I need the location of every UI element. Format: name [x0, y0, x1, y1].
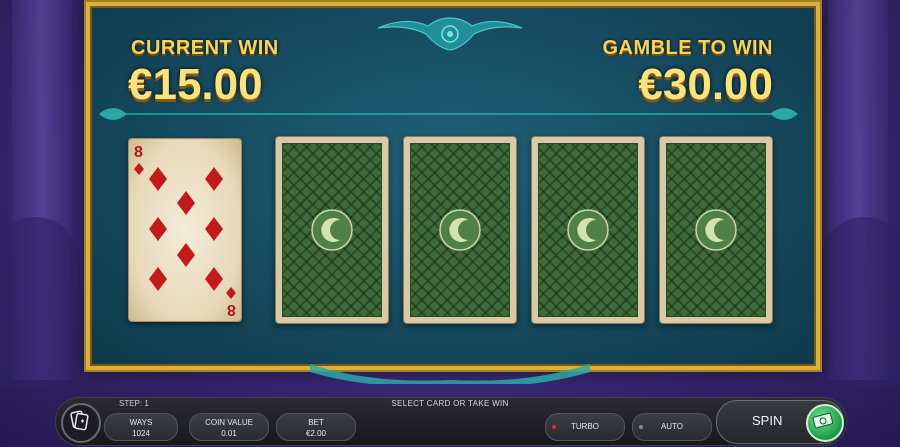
turbo-label: TURBO: [571, 422, 599, 431]
auto-label: AUTO: [660, 422, 684, 431]
bottom-ornament: [310, 364, 590, 384]
bet-label: BET: [308, 418, 324, 427]
crescent-emblem-icon: [695, 209, 737, 251]
dealer-card-pips: [149, 167, 223, 291]
top-ornament-icon: [377, 17, 523, 51]
banknote-icon: [812, 412, 834, 429]
coin-value-selector[interactable]: COIN VALUE 0.01: [189, 413, 269, 441]
choice-card-2[interactable]: [403, 136, 517, 324]
choice-card-3[interactable]: [531, 136, 645, 324]
current-win-value: €15.00: [128, 60, 263, 109]
coin-value-label: COIN VALUE: [205, 418, 253, 427]
crescent-emblem-icon: [439, 209, 481, 251]
bet-value: €2.00: [305, 429, 327, 438]
crescent-emblem-icon: [311, 209, 353, 251]
cash-spin-icon[interactable]: [806, 404, 844, 442]
choice-card-4[interactable]: [659, 136, 773, 324]
auto-play-button[interactable]: AUTO: [632, 413, 712, 441]
background-arch-right: [820, 217, 900, 387]
turbo-toggle[interactable]: TURBO: [545, 413, 625, 441]
auto-status-dot: [639, 425, 643, 429]
menu-button[interactable]: [61, 403, 101, 443]
turbo-status-dot: [552, 425, 556, 429]
crescent-emblem-icon: [567, 209, 609, 251]
spin-label: SPIN: [752, 413, 783, 428]
coin-value-amount: 0.01: [221, 429, 237, 438]
ways-value: 1024: [132, 429, 150, 438]
background-arch-left: [0, 217, 80, 387]
dealer-card: 8 8: [128, 138, 242, 322]
bet-selector[interactable]: BET €2.00: [276, 413, 356, 441]
current-win-label: CURRENT WIN: [131, 37, 279, 59]
cards-menu-icon: [70, 410, 89, 431]
gamble-to-win-value: €30.00: [638, 60, 773, 109]
ways-display: WAYS 1024: [104, 413, 178, 441]
choice-card-1[interactable]: [275, 136, 389, 324]
ways-label: WAYS: [129, 418, 153, 427]
gamble-to-win-label: GAMBLE TO WIN: [602, 37, 773, 59]
